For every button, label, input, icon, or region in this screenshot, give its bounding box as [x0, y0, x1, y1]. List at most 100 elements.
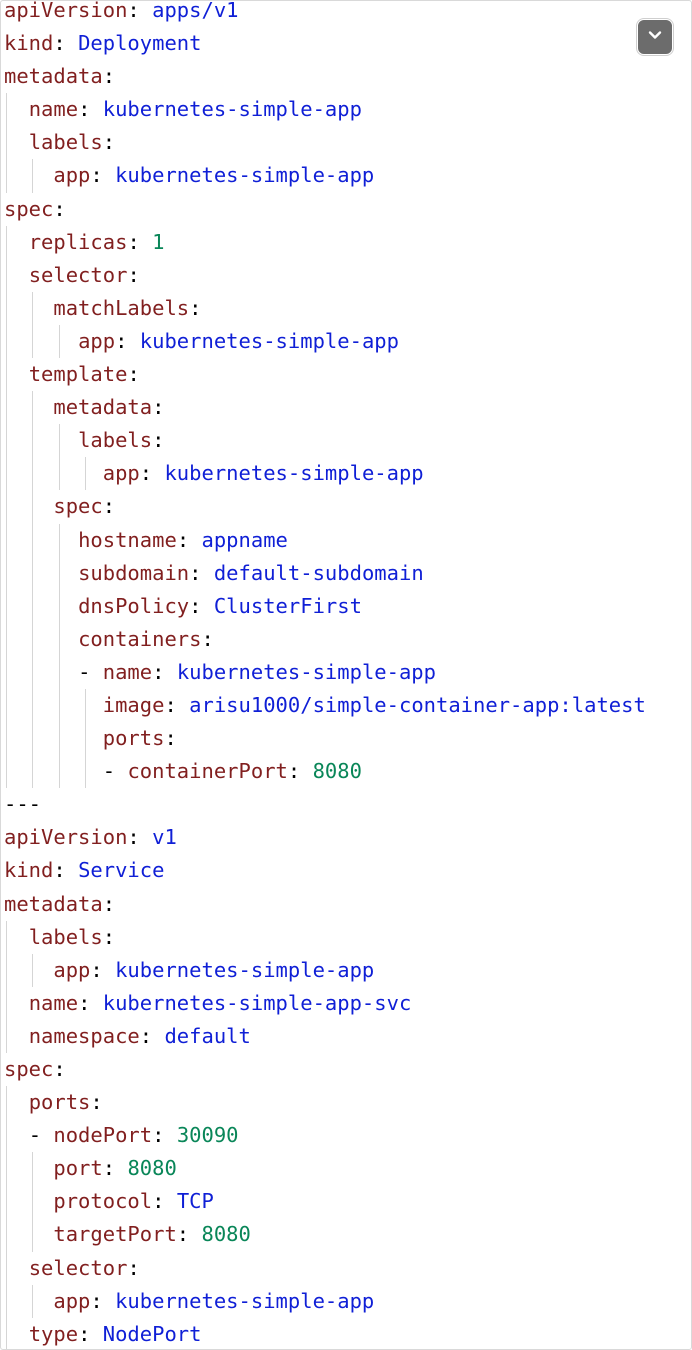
yaml-number-value: 1: [152, 229, 165, 254]
colon: :: [115, 328, 128, 353]
yaml-key: containers: [78, 626, 202, 651]
indent-guide: [6, 258, 7, 292]
indent-guide: [6, 93, 7, 127]
yaml-string-value: kubernetes-simple-app: [115, 1288, 375, 1313]
code-line: containers:: [4, 622, 691, 656]
colon: :: [164, 692, 177, 717]
yaml-string-value: kubernetes-simple-app: [102, 97, 362, 122]
indent-guide: [6, 1086, 7, 1120]
yaml-key: namespace: [28, 1023, 140, 1048]
code-line: name: kubernetes-simple-app: [4, 93, 691, 127]
colon: :: [152, 395, 165, 420]
yaml-key: app: [102, 461, 140, 486]
code-line: dnsPolicy: ClusterFirst: [4, 589, 691, 623]
yaml-key: name: [28, 97, 79, 122]
colon: :: [90, 163, 103, 188]
colon: :: [53, 31, 66, 56]
code-line: namespace: default: [4, 1019, 691, 1053]
yaml-key: ports: [28, 1090, 91, 1115]
indent-guide: [6, 324, 7, 359]
indent-guide: [32, 159, 34, 193]
code-line: protocol: TCP: [4, 1185, 691, 1219]
indent-guide: [6, 1119, 7, 1153]
yaml-key: matchLabels: [53, 295, 190, 320]
indent-guide: [6, 159, 7, 193]
colon: :: [189, 295, 202, 320]
yaml-string-value: appname: [201, 527, 288, 552]
indent-guide: [85, 688, 87, 723]
indent-guide: [32, 1218, 34, 1252]
yaml-number-value: 8080: [127, 1156, 177, 1181]
indent-guide: [58, 424, 60, 458]
colon: :: [189, 593, 202, 618]
code-line: spec:: [4, 193, 691, 226]
indent-guide: [32, 324, 34, 359]
colon: :: [201, 626, 214, 651]
indent-guide: [32, 391, 34, 425]
indent-guide: [32, 457, 34, 491]
colon: :: [102, 130, 116, 155]
yaml-code-viewer: apiVersion: apps/v1 kind: Deployment metad…: [0, 0, 692, 1350]
colon: :: [139, 1023, 153, 1048]
indent-guide: [32, 1152, 34, 1186]
colon: :: [102, 64, 116, 89]
indent-guide: [32, 953, 34, 987]
chevron-down-icon: [647, 27, 663, 48]
list-dash: -: [78, 659, 103, 684]
indent-guide: [32, 424, 34, 458]
indent-guide: [6, 457, 7, 491]
indent-guide: [58, 457, 60, 491]
yaml-key: labels: [78, 428, 153, 453]
yaml-key: app: [53, 163, 91, 188]
indent-guide: [6, 225, 7, 259]
yaml-string-value: kubernetes-simple-app: [176, 659, 436, 684]
yaml-string-value: default-subdomain: [213, 560, 424, 585]
yaml-string-value: v1: [152, 825, 177, 850]
yaml-string-value: apps/v1: [152, 0, 239, 22]
code-block: apiVersion: apps/v1 kind: Deployment metad…: [4, 0, 691, 1349]
yaml-key: metadata: [4, 64, 103, 89]
indent-guide: [6, 722, 7, 756]
colon: :: [53, 196, 66, 221]
indent-guide: [85, 755, 87, 789]
indent-guide: [32, 291, 34, 325]
colon: :: [53, 1057, 66, 1081]
colon: :: [78, 990, 91, 1015]
yaml-key: name: [28, 990, 79, 1015]
indent-guide: [58, 589, 60, 623]
collapse-button[interactable]: [637, 19, 673, 55]
indent-guide: [58, 688, 60, 723]
colon: :: [164, 726, 177, 751]
indent-guide: [32, 1185, 34, 1219]
yaml-number-value: 8080: [201, 1222, 251, 1247]
colon: :: [152, 428, 165, 453]
code-line: port: 8080: [4, 1152, 691, 1186]
code-line: metadata:: [4, 60, 691, 93]
yaml-key: labels: [28, 130, 103, 155]
indent-guide: [6, 755, 7, 789]
yaml-key: selector: [28, 262, 128, 287]
yaml-string-value: kubernetes-simple-app: [164, 461, 424, 486]
yaml-key: hostname: [78, 527, 177, 552]
code-line: ports:: [4, 722, 691, 756]
code-line: hostname: appname: [4, 523, 691, 557]
indent-guide: [6, 1019, 7, 1053]
code-line: labels:: [4, 424, 691, 458]
yaml-string-value: default: [164, 1023, 251, 1048]
code-line: replicas: 1: [4, 225, 691, 259]
indent-guide: [32, 622, 34, 656]
colon: :: [176, 527, 190, 552]
colon: :: [127, 229, 140, 254]
colon: :: [152, 1189, 165, 1214]
indent-guide: [6, 1218, 7, 1252]
yaml-key: spec: [53, 494, 103, 519]
indent-guide: [32, 490, 34, 524]
yaml-string-value: kubernetes-simple-app: [115, 163, 375, 188]
indent-guide: [58, 655, 60, 689]
code-line: labels:: [4, 126, 691, 160]
code-line: app: kubernetes-simple-app: [4, 324, 691, 359]
indent-guide: [6, 655, 7, 689]
yaml-key: kind: [4, 858, 54, 883]
code-line: kind: Service: [4, 854, 691, 887]
yaml-key: spec: [4, 196, 54, 221]
